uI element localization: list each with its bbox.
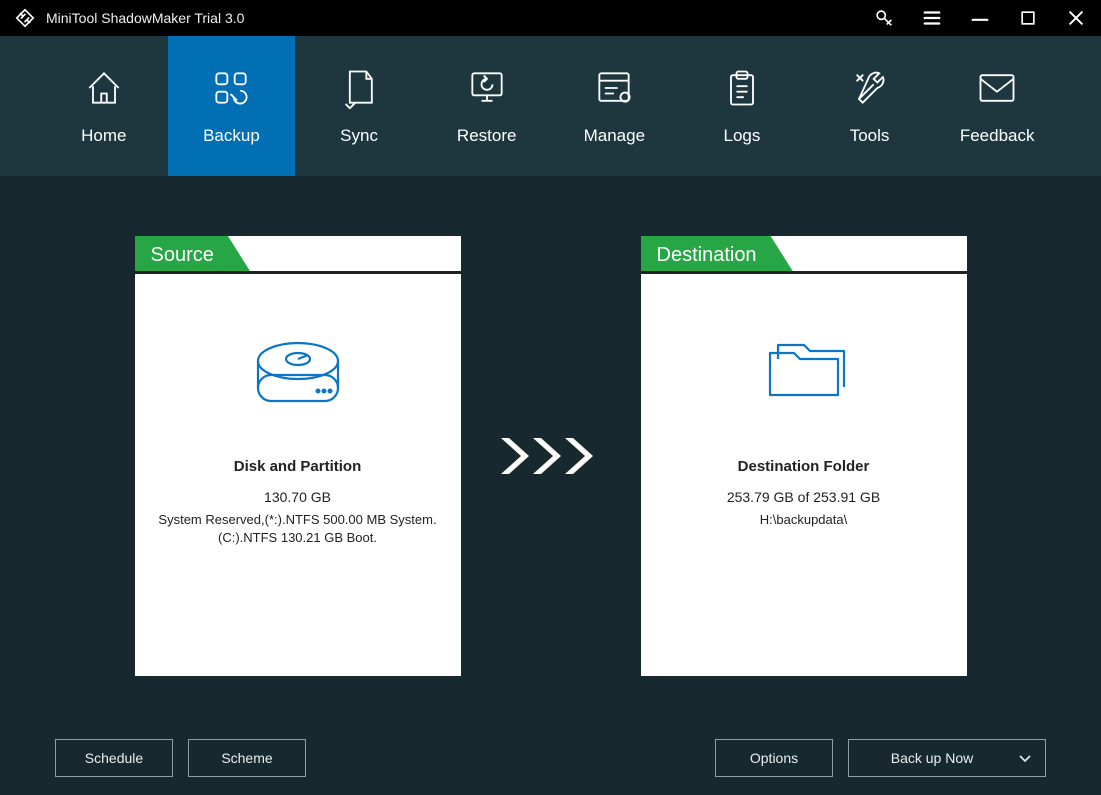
nav-manage[interactable]: Manage [551,36,679,176]
window-controls [873,7,1087,29]
nav-label: Logs [724,126,761,146]
title-bar: MiniTool ShadowMaker Trial 3.0 [0,0,1101,36]
main-nav: Home Backup Sync Restore Manage Logs [0,36,1101,176]
nav-backup[interactable]: Backup [168,36,296,176]
source-panel[interactable]: Source Disk and Part [135,236,461,676]
disk-icon [252,330,344,410]
nav-restore[interactable]: Restore [423,36,551,176]
button-label: Scheme [221,750,272,766]
destination-size: 253.79 GB of 253.91 GB [727,489,880,505]
destination-panel-tab: Destination [641,236,795,274]
transfer-arrows-icon [461,236,641,676]
source-detail: System Reserved,(*:).NTFS 500.00 MB Syst… [135,511,461,546]
destination-panel-header: Destination [641,236,967,274]
destination-panel[interactable]: Destination Destination Folder 253.79 GB… [641,236,967,676]
source-panel-tab: Source [135,236,252,274]
button-label: Back up Now [891,750,973,766]
source-size: 130.70 GB [264,489,331,505]
app-title: MiniTool ShadowMaker Trial 3.0 [46,10,244,26]
sync-icon [339,66,379,110]
close-icon[interactable] [1065,7,1087,29]
nav-label: Feedback [960,126,1035,146]
destination-detail: H:\backupdata\ [748,511,859,529]
nav-label: Sync [340,126,378,146]
scheme-button[interactable]: Scheme [188,739,306,777]
button-label: Options [750,750,798,766]
nav-logs[interactable]: Logs [678,36,806,176]
home-icon [82,66,126,110]
nav-label: Backup [203,126,260,146]
restore-icon [463,66,511,110]
nav-label: Home [81,126,126,146]
schedule-button[interactable]: Schedule [55,739,173,777]
tools-icon [848,66,892,110]
nav-feedback[interactable]: Feedback [933,36,1061,176]
bottom-button-row: Schedule Scheme Options Back up Now [55,709,1046,777]
chevron-down-icon [1019,750,1031,766]
destination-title: Destination Folder [738,458,870,475]
source-title: Disk and Partition [234,458,362,475]
key-icon[interactable] [873,7,895,29]
folder-icon [756,330,852,410]
panels-row: Source Disk and Part [55,236,1046,676]
backup-now-button[interactable]: Back up Now [848,739,1046,777]
logs-icon [722,66,762,110]
menu-icon[interactable] [921,7,943,29]
app-logo-icon [14,7,36,29]
nav-label: Tools [850,126,890,146]
nav-tools[interactable]: Tools [806,36,934,176]
nav-home[interactable]: Home [40,36,168,176]
minimize-icon[interactable] [969,7,991,29]
nav-sync[interactable]: Sync [295,36,423,176]
button-label: Schedule [85,750,143,766]
options-button[interactable]: Options [715,739,833,777]
nav-label: Manage [584,126,645,146]
manage-icon [592,66,636,110]
content-area: Source Disk and Part [0,176,1101,795]
feedback-icon [975,66,1019,110]
backup-icon [209,66,253,110]
source-panel-header: Source [135,236,461,274]
maximize-icon[interactable] [1017,7,1039,29]
nav-label: Restore [457,126,517,146]
